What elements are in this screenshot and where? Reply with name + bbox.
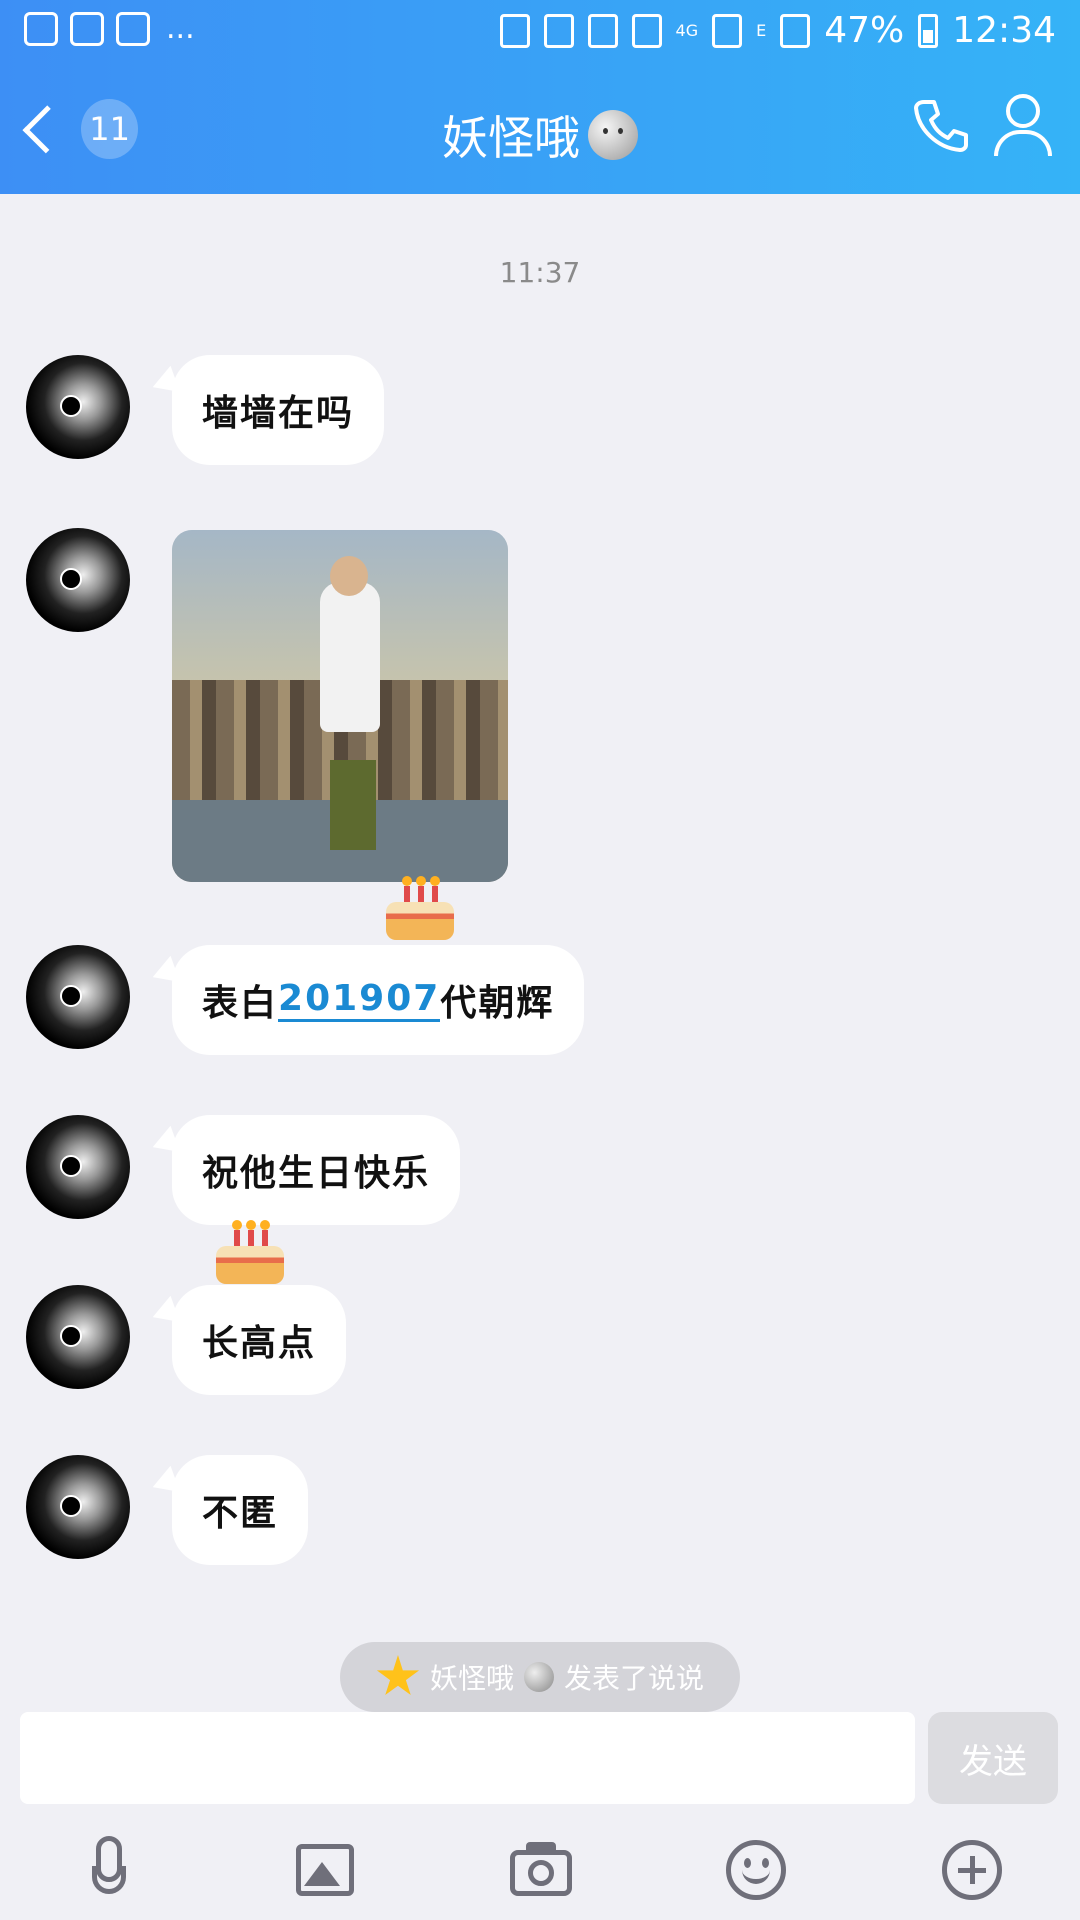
avatar[interactable] [26,1115,130,1219]
avatar[interactable] [26,355,130,459]
mic-icon[interactable] [74,1836,144,1906]
message-timestamp: 11:37 [499,256,581,289]
camera-icon[interactable] [506,1836,576,1906]
status-notifications: ... [24,12,195,46]
battery-percent: 47% [824,10,905,51]
network-e-label: E [756,21,767,40]
avatar[interactable] [26,528,130,632]
baidu-notification-icon-2 [116,12,150,46]
message-bubble[interactable]: 祝他生日快乐 [172,1115,461,1225]
recycle-icon [499,13,530,48]
message-text: 长高点 [202,1323,317,1364]
avatar[interactable] [26,1455,130,1559]
signal-icon [712,13,743,48]
send-button[interactable]: 发送 [928,1712,1058,1804]
message-text-prefix: 表白 [202,983,279,1024]
input-toolbar [0,1820,1080,1920]
top-header: ... 4G E 47% 12:34 11 妖怪哦 [0,0,1080,194]
avatar[interactable] [26,1285,130,1389]
message-bubble[interactable]: 不匿 [172,1455,309,1565]
birthday-cake-icon [212,1220,288,1284]
status-indicators: 4G E 47% 12:34 [499,10,1056,51]
more-notifications: ... [166,11,195,46]
network-4g-label: 4G [675,21,699,40]
signal-icon-2 [780,13,811,48]
nfc-icon [543,13,574,48]
moon-emoji-icon [588,110,638,160]
contact-profile-icon[interactable] [992,94,1054,158]
contact-name: 妖怪哦 [442,111,580,165]
notice-text: 发表了说说 [564,1662,705,1695]
message-bubble[interactable]: 表白 201907 代朝辉 [172,945,585,1055]
birthday-cake-icon [382,876,458,940]
message-text-suffix: 代朝辉 [440,983,555,1024]
message-link[interactable]: 201907 [278,978,441,1022]
star-icon [376,1655,420,1696]
image-icon[interactable] [290,1836,360,1906]
qzone-post-notice[interactable]: 妖怪哦 发表了说说 [340,1642,740,1712]
baidu-notification-icon [70,12,104,46]
mute-icon [587,13,618,48]
phone-call-icon[interactable] [910,96,970,156]
battery-icon [918,13,939,48]
status-bar: ... 4G E 47% 12:34 [0,0,1080,64]
notice-name: 妖怪哦 [429,1662,514,1695]
moon-emoji-icon [524,1662,554,1692]
nav-bar: 11 妖怪哦 [0,64,1080,194]
clock: 12:34 [952,10,1056,51]
image-message[interactable] [172,530,508,882]
emoji-icon[interactable] [722,1836,792,1906]
wifi-icon [631,13,662,48]
message-input[interactable] [20,1712,915,1804]
message-bubble[interactable]: 墙墙在吗 [172,355,385,465]
gallery-notification-icon [24,12,58,46]
message-bubble[interactable]: 长高点 [172,1285,347,1395]
avatar[interactable] [26,945,130,1049]
plus-icon[interactable] [938,1836,1008,1906]
message-text: 不匿 [202,1493,279,1534]
message-text: 祝他生日快乐 [202,1153,431,1194]
message-text: 墙墙在吗 [202,393,355,434]
